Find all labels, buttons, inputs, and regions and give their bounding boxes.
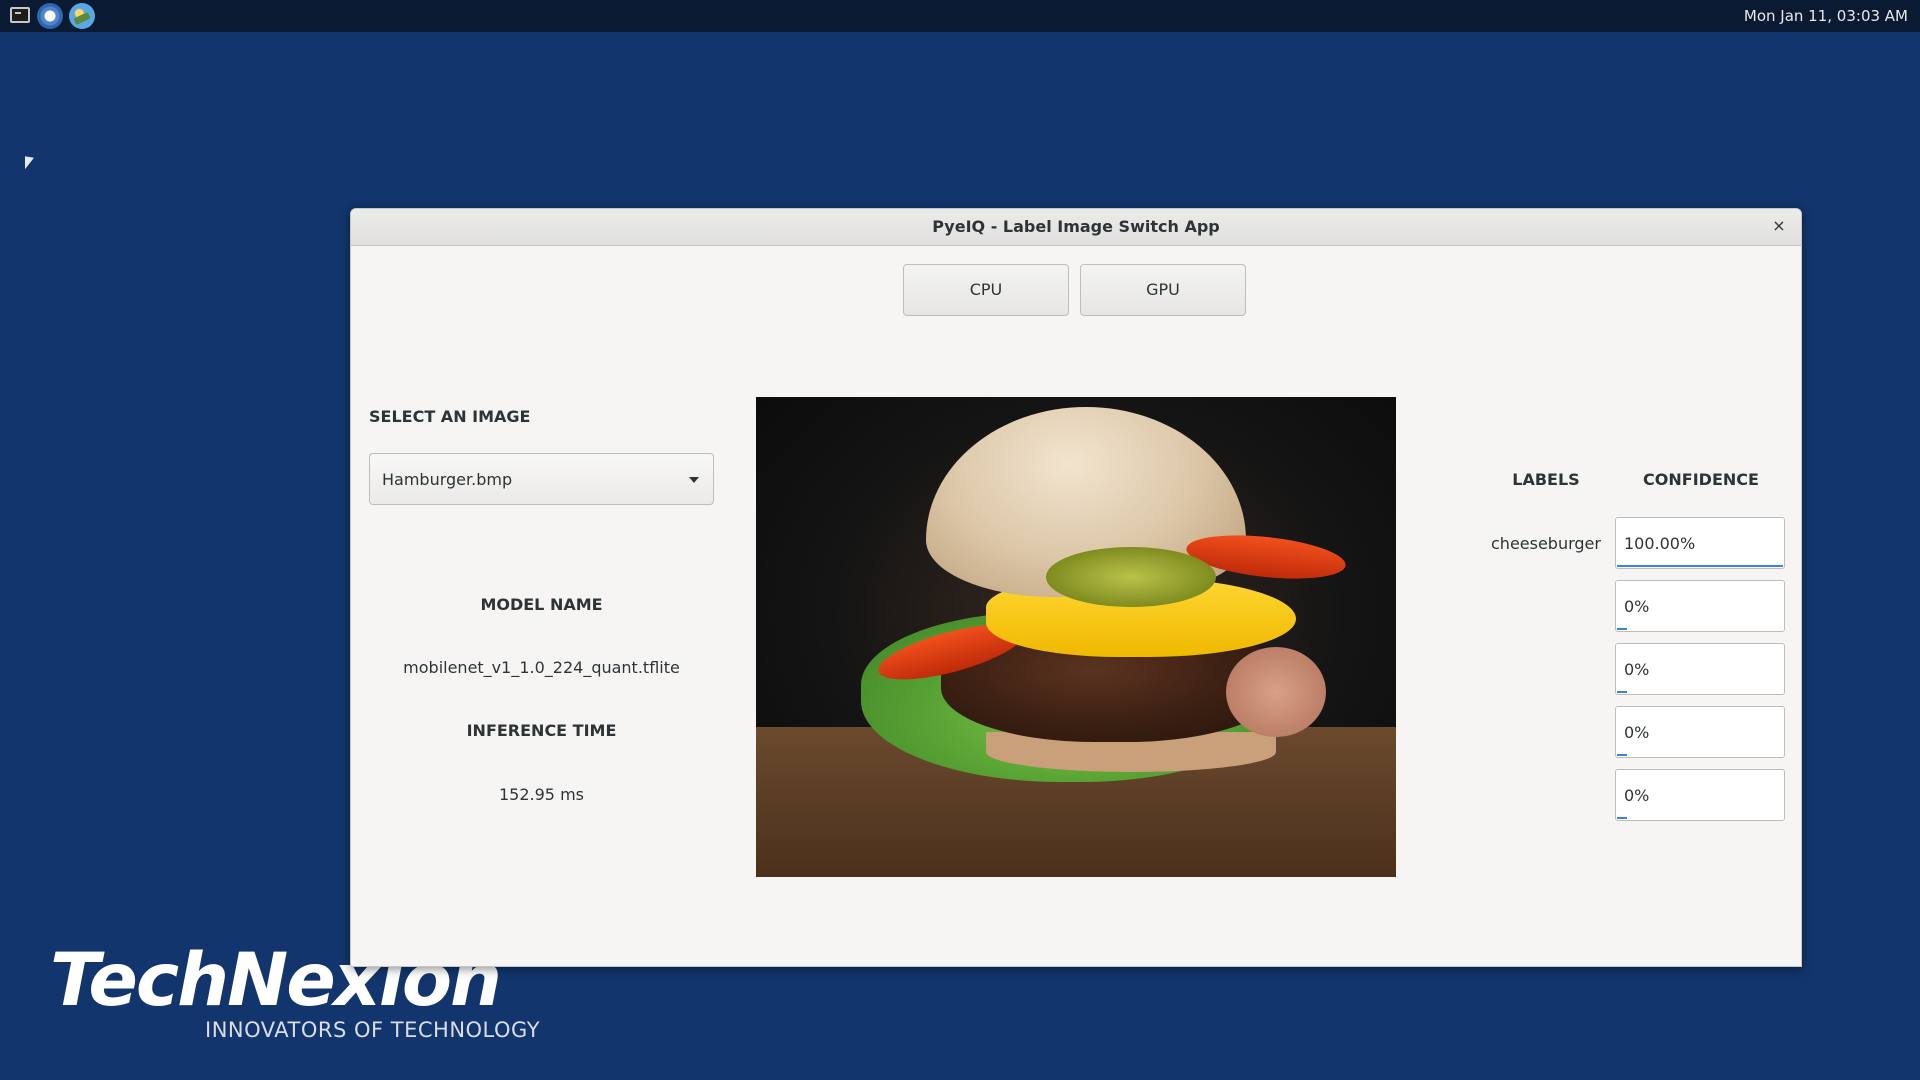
confidence-field[interactable]: 100.00% — [1615, 517, 1785, 569]
gpu-button[interactable]: GPU — [1080, 264, 1246, 316]
confidence-value: 0% — [1624, 723, 1650, 742]
labels-header: LABELS — [1512, 470, 1580, 489]
selected-image-value: Hamburger.bmp — [382, 470, 513, 489]
confidence-level-bar — [1617, 754, 1627, 756]
sauce — [1226, 647, 1326, 737]
confidence-level-bar — [1617, 691, 1627, 693]
image-select-dropdown[interactable]: Hamburger.bmp — [369, 453, 714, 505]
model-name-value: mobilenet_v1_1.0_224_quant.tflite — [403, 658, 680, 677]
image-viewer-icon[interactable] — [69, 3, 95, 29]
inference-time-title: INFERENCE TIME — [466, 721, 617, 740]
window-title: PyeIQ - Label Image Switch App — [932, 217, 1220, 236]
confidence-level-bar — [1617, 628, 1627, 630]
chevron-down-icon — [689, 477, 699, 483]
mouse-cursor-icon — [25, 156, 34, 171]
result-label: cheeseburger — [1491, 534, 1601, 553]
confidence-field[interactable]: 0% — [1615, 706, 1785, 758]
top-panel: Mon Jan 11, 03:03 AM — [0, 0, 1920, 32]
confidence-field[interactable]: 0% — [1615, 580, 1785, 632]
terminal-icon[interactable] — [10, 7, 30, 23]
confidence-header: CONFIDENCE — [1643, 470, 1759, 489]
pickle — [1046, 547, 1216, 607]
model-name-title: MODEL NAME — [480, 595, 603, 614]
confidence-value: 0% — [1624, 660, 1650, 679]
clock[interactable]: Mon Jan 11, 03:03 AM — [1744, 7, 1908, 25]
select-image-label: SELECT AN IMAGE — [369, 407, 531, 426]
cpu-button[interactable]: CPU — [903, 264, 1069, 316]
confidence-value: 0% — [1624, 597, 1650, 616]
close-button[interactable]: × — [1769, 216, 1789, 236]
confidence-field[interactable]: 0% — [1615, 769, 1785, 821]
app-window: PyeIQ - Label Image Switch App × CPU GPU… — [350, 208, 1802, 967]
confidence-value: 0% — [1624, 786, 1650, 805]
inference-time-value: 152.95 ms — [499, 785, 584, 804]
window-titlebar[interactable]: PyeIQ - Label Image Switch App × — [351, 209, 1801, 246]
browser-icon[interactable] — [37, 3, 63, 29]
confidence-level-bar — [1617, 817, 1627, 819]
logo-tagline: INNOVATORS OF TECHNOLOGY — [205, 1018, 541, 1042]
confidence-field[interactable]: 0% — [1615, 643, 1785, 695]
confidence-value: 100.00% — [1624, 534, 1696, 553]
confidence-level-bar — [1617, 565, 1783, 567]
hamburger-image — [756, 397, 1396, 877]
